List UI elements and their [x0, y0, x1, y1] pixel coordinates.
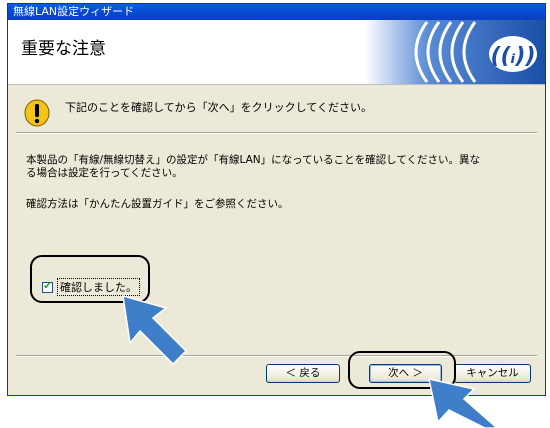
pointer-arrow-next — [428, 378, 499, 428]
